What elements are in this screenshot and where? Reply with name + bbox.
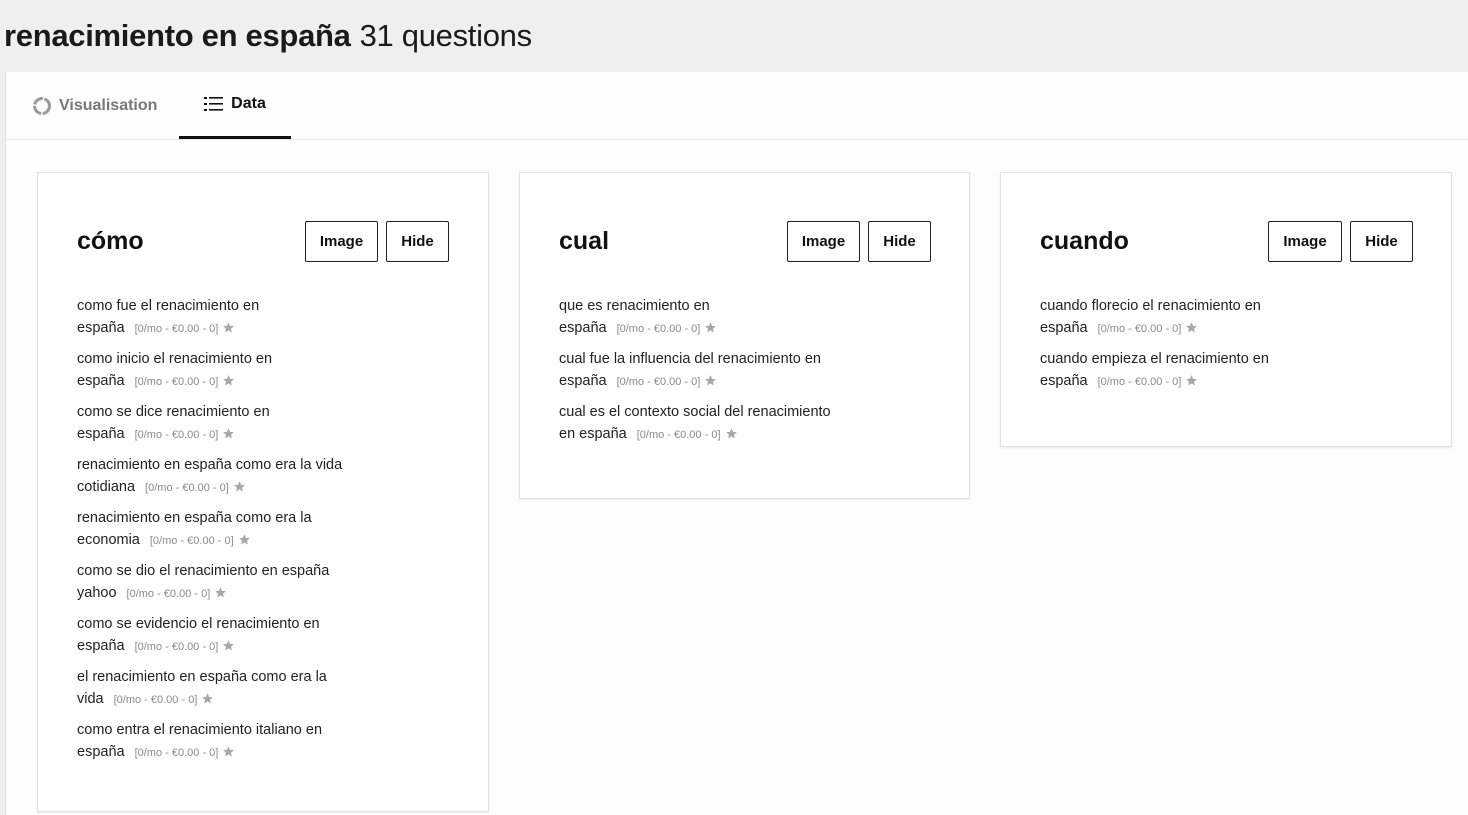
star-icon[interactable] (238, 531, 251, 545)
star-icon[interactable] (222, 425, 235, 439)
hide-button[interactable]: Hide (1350, 221, 1413, 262)
list-item: renacimiento en españa como era la econo… (77, 507, 367, 552)
star-icon[interactable] (222, 743, 235, 757)
question-metrics: [0/mo - €0.00 - 0] (149, 535, 234, 547)
question-metrics: [0/mo - €0.00 - 0] (1097, 376, 1182, 388)
results-panel: Visualisation Data cómo Image Hide como … (5, 72, 1468, 815)
question-metrics: [0/mo - €0.00 - 0] (616, 376, 701, 388)
question-metrics: [0/mo - €0.00 - 0] (126, 588, 211, 600)
list-item: como inicio el renacimiento en españa [0/… (77, 348, 367, 393)
tab-data-label: Data (231, 95, 266, 112)
list-item: cuando florecio el renacimiento en españ… (1040, 295, 1330, 340)
star-icon[interactable] (1185, 372, 1198, 386)
list-item: como se dice renacimiento en españa [0/mo… (77, 401, 367, 446)
list-item: cuando empieza el renacimiento en españa… (1040, 348, 1330, 393)
question-list: como fue el renacimiento en españa [0/mo … (77, 295, 367, 772)
hide-button[interactable]: Hide (386, 221, 449, 262)
question-metrics: [0/mo - €0.00 - 0] (134, 641, 219, 653)
list-item: como entra el renacimiento italiano en e… (77, 719, 367, 764)
page-header: renacimiento en españa 31 questions (0, 0, 1468, 72)
group-card-cual: cual Image Hide que es renacimiento en e… (519, 172, 970, 499)
question-metrics: [0/mo - €0.00 - 0] (134, 429, 219, 441)
star-icon[interactable] (1185, 319, 1198, 333)
star-icon[interactable] (222, 319, 235, 333)
star-icon[interactable] (222, 637, 235, 651)
list-item: como fue el renacimiento en españa [0/mo … (77, 295, 367, 340)
group-title: cual (559, 227, 610, 255)
question-metrics: [0/mo - €0.00 - 0] (636, 429, 721, 441)
list-item: como se evidencio el renacimiento en esp… (77, 613, 367, 658)
donut-chart-icon (32, 96, 52, 116)
page-title: renacimiento en españa 31 questions (4, 18, 532, 54)
tab-visualisation[interactable]: Visualisation (32, 72, 157, 139)
group-title: cómo (77, 227, 144, 255)
question-metrics: [0/mo - €0.00 - 0] (145, 482, 229, 494)
list-icon (204, 95, 224, 113)
image-button[interactable]: Image (305, 221, 378, 262)
list-item: renacimiento en españa como era la vida … (77, 454, 367, 499)
tab-data[interactable]: Data (179, 72, 291, 139)
group-card-cuando: cuando Image Hide cuando florecio el ren… (1000, 172, 1452, 447)
list-item: cual es el contexto social del renacimie… (559, 401, 849, 446)
list-item: que es renacimiento en españa [0/mo - €0.… (559, 295, 849, 340)
question-metrics: [0/mo - €0.00 - 0] (134, 376, 219, 388)
question-list: cuando florecio el renacimiento en españ… (1040, 295, 1330, 401)
star-icon[interactable] (725, 425, 738, 439)
page-title-text: renacimiento en españa (4, 18, 351, 53)
question-count: 31 questions (359, 18, 533, 53)
hide-button[interactable]: Hide (868, 221, 931, 262)
group-title: cuando (1040, 227, 1129, 255)
question-metrics: [0/mo - €0.00 - 0] (113, 694, 198, 706)
question-metrics: [0/mo - €0.00 - 0] (134, 323, 219, 335)
star-icon[interactable] (233, 478, 246, 492)
star-icon[interactable] (222, 372, 235, 386)
star-icon[interactable] (704, 319, 717, 333)
question-metrics: [0/mo - €0.00 - 0] (616, 323, 701, 335)
list-item: como se dio el renacimiento en españa ya… (77, 560, 367, 605)
star-icon[interactable] (201, 690, 214, 704)
tab-bar: Visualisation Data (6, 72, 1468, 140)
tab-visualisation-label: Visualisation (59, 96, 158, 114)
image-button[interactable]: Image (787, 221, 860, 262)
list-item: cual fue la influencia del renacimiento … (559, 348, 849, 393)
star-icon[interactable] (704, 372, 717, 386)
question-list: que es renacimiento en españa [0/mo - €0.… (559, 295, 849, 454)
question-metrics: [0/mo - €0.00 - 0] (1097, 323, 1182, 335)
image-button[interactable]: Image (1268, 221, 1342, 262)
list-item: el renacimiento en españa como era la vi… (77, 666, 367, 711)
question-metrics: [0/mo - €0.00 - 0] (134, 747, 219, 759)
star-icon[interactable] (214, 584, 227, 598)
group-card-como: cómo Image Hide como fue el renacimiento… (37, 172, 489, 812)
